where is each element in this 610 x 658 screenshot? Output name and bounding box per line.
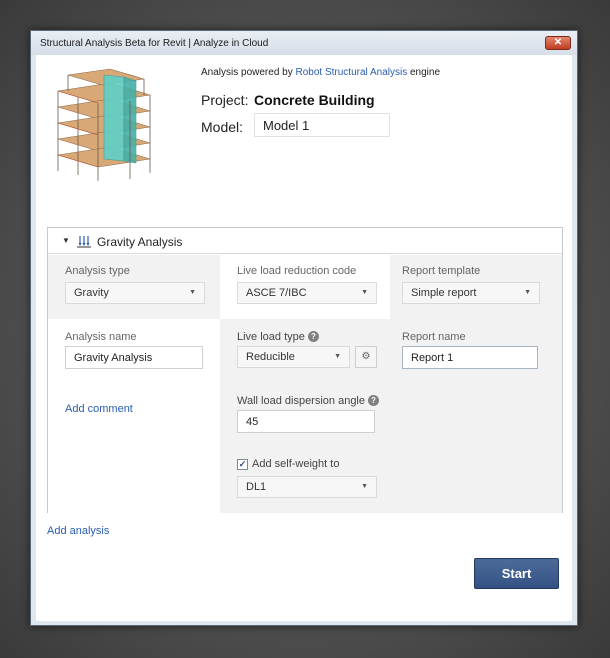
live-load-type-value: Reducible — [246, 351, 295, 363]
wall-angle-label: Wall load dispersion angle? — [237, 395, 379, 407]
powered-suffix: engine — [407, 67, 441, 78]
self-weight-checkbox[interactable]: ✓ — [237, 459, 248, 470]
title-bar: Structural Analysis Beta for Revit | Ana… — [31, 31, 577, 55]
add-analysis-link[interactable]: Add analysis — [47, 525, 109, 537]
model-field[interactable]: Model 1 — [254, 113, 390, 137]
chevron-down-icon: ▼ — [361, 289, 368, 296]
live-load-type-select[interactable]: Reducible ▼ — [237, 346, 350, 368]
chevron-down-icon: ▼ — [334, 353, 341, 360]
self-weight-value: DL1 — [246, 481, 267, 493]
report-name-label: Report name — [402, 331, 466, 343]
live-load-type-label: Live load type? — [237, 331, 319, 343]
project-label: Project: — [201, 92, 249, 108]
close-x-icon: ✕ — [553, 37, 563, 48]
model-label: Model: — [201, 119, 244, 135]
chevron-down-icon: ▼ — [189, 289, 196, 296]
window-title: Structural Analysis Beta for Revit | Ana… — [40, 38, 269, 49]
help-icon[interactable]: ? — [368, 395, 379, 406]
report-template-select[interactable]: Simple report ▼ — [402, 282, 540, 304]
live-load-code-label: Live load reduction code — [237, 265, 357, 277]
analysis-type-label: Analysis type — [65, 265, 130, 277]
wall-angle-input[interactable]: 45 — [237, 410, 375, 433]
analysis-type-value: Gravity — [74, 287, 109, 299]
analysis-name-label: Analysis name — [65, 331, 137, 343]
help-icon[interactable]: ? — [307, 331, 319, 342]
column-report: Report template Simple report ▼ Report n… — [390, 255, 562, 513]
analysis-title: Gravity Analysis — [97, 235, 183, 249]
dialog-window: Structural Analysis Beta for Revit | Ana… — [30, 30, 578, 626]
column-general: Analysis type Gravity ▼ Analysis name Gr… — [48, 255, 220, 513]
analysis-panel-header[interactable]: ▼ Gravity Analysis — [48, 228, 562, 254]
powered-by-text: Analysis powered by Robot Structural Ana… — [201, 67, 440, 78]
report-template-label: Report template — [402, 265, 481, 277]
self-weight-label: Add self-weight to — [252, 458, 340, 470]
analysis-type-select[interactable]: Gravity ▼ — [65, 282, 205, 304]
wall-angle-text: Wall load dispersion angle — [237, 395, 365, 407]
robot-link[interactable]: Robot Structural Analysis — [296, 67, 408, 78]
report-template-value: Simple report — [411, 287, 477, 299]
collapse-caret-icon[interactable]: ▼ — [62, 236, 70, 245]
start-button[interactable]: Start — [474, 558, 559, 589]
report-name-input[interactable]: Report 1 — [402, 346, 538, 369]
live-load-type-text: Live load type — [237, 331, 305, 343]
close-button[interactable]: ✕ — [545, 36, 571, 50]
self-weight-select[interactable]: DL1 ▼ — [237, 476, 377, 498]
analysis-panel: ▼ Gravity Analysis Analysis type Gravity… — [47, 227, 563, 513]
live-load-code-select[interactable]: ASCE 7/IBC ▼ — [237, 282, 377, 304]
live-load-code-value: ASCE 7/IBC — [246, 287, 307, 299]
gear-icon: ⚙ — [361, 351, 371, 362]
analysis-name-input[interactable]: Gravity Analysis — [65, 346, 203, 369]
column-loads: Live load reduction code ASCE 7/IBC ▼ Li… — [220, 255, 390, 513]
powered-prefix: Analysis powered by — [201, 67, 296, 78]
chevron-down-icon: ▼ — [361, 483, 368, 490]
live-load-settings-button[interactable]: ⚙ — [355, 346, 377, 368]
project-name: Concrete Building — [254, 92, 375, 108]
dialog-content: Analysis powered by Robot Structural Ana… — [36, 55, 572, 621]
gravity-analysis-icon — [77, 236, 91, 248]
add-comment-link[interactable]: Add comment — [65, 403, 133, 415]
chevron-down-icon: ▼ — [524, 289, 531, 296]
building-model-thumbnail — [57, 68, 151, 181]
